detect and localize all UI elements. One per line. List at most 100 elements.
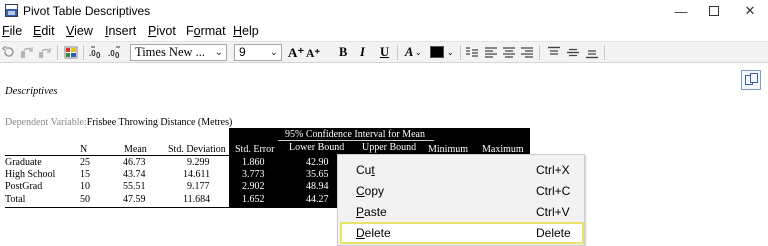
cell-mean: 47.59 [123,194,146,205]
align-right-icon[interactable] [520,46,534,59]
text-color-button[interactable]: A [405,45,413,60]
cell-lower-bound: 48.94 [306,181,329,192]
font-name-dropdown[interactable]: Times New ... ⌄ [130,44,227,61]
row-label: Graduate [5,157,42,168]
font-name-value: Times New ... [135,45,206,59]
fill-color-dropdown[interactable]: ⌄ [447,48,454,57]
cell-mean: 46.73 [123,157,146,168]
menu-view[interactable]: View [66,24,93,38]
cell-lower-bound: 44.27 [306,194,329,205]
maximize-icon [709,6,719,16]
pivot-navigator-icon-front [750,73,758,83]
close-button[interactable]: ✕ [727,0,768,22]
menu-item-shortcut: Ctrl+V [536,205,570,219]
toolbar-separator [460,45,461,60]
cell-n: 10 [80,181,90,192]
header-rule [5,155,230,156]
dependent-variable-value: Frisbee Throwing Distance (Metres) [86,117,233,128]
cell-mean: 55.51 [123,181,146,192]
align-center-icon[interactable] [502,46,516,59]
pivot-trays-icon[interactable] [64,46,78,59]
menu-item-label: Delete [356,226,391,240]
menu-pivot[interactable]: Pivot [148,24,176,38]
dependent-variable-label: Dependent Variable: [5,117,87,128]
increase-decimal-icon[interactable]: .0 0 [89,46,105,59]
cell-std-error: 1.652 [242,194,265,205]
context-menu-paste[interactable]: Paste Ctrl+V [340,201,584,223]
shrink-font-button[interactable]: A⁺ [306,46,320,60]
cell-std-dev: 9.299 [187,157,210,168]
cell-std-error: 2.902 [242,181,265,192]
menu-item-shortcut: Ctrl+X [536,163,570,177]
chevron-down-icon: ⌄ [269,47,278,58]
menu-help[interactable]: Help [233,24,259,38]
chevron-down-icon: ⌄ [214,47,223,58]
column-header-lower-bound: Lower Bound [289,142,345,153]
fill-color-swatch[interactable] [430,46,444,58]
column-header-n: N [80,144,88,155]
menu-item-label: Cut [356,163,375,177]
font-size-dropdown[interactable]: 9 ⌄ [234,44,282,61]
context-menu-delete[interactable]: Delete Delete [340,222,584,244]
minimize-icon: — [674,3,688,19]
row-label: Total [5,194,26,205]
dependent-variable-line: Dependent Variable:Frisbee Throwing Dist… [5,117,232,128]
cell-mean: 43.74 [123,169,146,180]
menu-edit[interactable]: Edit [33,24,55,38]
pivot-up-icon[interactable] [20,46,34,59]
row-label: PostGrad [5,181,43,192]
menu-item-label: Copy [356,184,385,198]
pivot-right-icon[interactable] [38,46,52,59]
cell-n: 15 [80,169,90,180]
menu-insert[interactable]: Insert [105,24,136,38]
undo-icon[interactable] [2,46,16,59]
cell-std-dev: 11.684 [183,194,211,205]
column-header-upper-bound: Upper Bound [362,142,417,153]
toolbar-separator [539,45,540,60]
cell-std-error: 1.860 [242,157,265,168]
grow-font-button[interactable]: A⁺ [288,45,304,61]
underline-button[interactable]: U [380,45,389,60]
italic-button[interactable]: I [360,45,365,60]
column-header-mean: Mean [124,144,147,155]
cell-std-dev: 9.177 [187,181,210,192]
window-title: Pivot Table Descriptives [23,4,151,18]
row-label: High School [5,169,56,180]
svg-text:0: 0 [96,51,101,59]
context-menu-copy[interactable]: Copy Ctrl+C [340,180,584,202]
bold-button[interactable]: B [339,45,347,60]
context-menu-cut[interactable]: Cut Ctrl+X [340,159,584,181]
table-bottom-rule [5,207,230,208]
column-header-std-dev: Std. Deviation [168,144,226,155]
align-middle-icon[interactable] [566,46,580,59]
menu-item-shortcut: Delete [536,226,571,240]
text-color-dropdown[interactable]: ⌄ [415,48,422,57]
cell-lower-bound: 42.90 [306,157,329,168]
menu-file[interactable]: File [2,24,22,38]
align-decimal-icon[interactable] [465,46,479,59]
align-bottom-icon[interactable] [585,46,599,59]
toolbar-separator [57,45,58,60]
formatting-toolbar: .0 0 .0 0 Times New ... ⌄ 9 ⌄ A⁺ A⁺ B I U … [0,41,768,63]
align-top-icon[interactable] [547,46,561,59]
cell-std-dev: 14.611 [183,169,211,180]
align-left-icon[interactable] [484,46,498,59]
font-size-value: 9 [239,45,246,59]
menu-format[interactable]: Format [186,24,226,38]
menu-item-label: Paste [356,205,387,219]
toolbar-separator [83,45,84,60]
decrease-decimal-icon[interactable]: .0 0 [108,46,124,59]
cell-lower-bound: 35.65 [306,169,329,180]
cell-std-error: 3.773 [242,169,265,180]
ci-header: 95% Confidence Interval for Mean [285,129,425,140]
cell-n: 25 [80,157,90,168]
menu-bar: File Edit View Insert Pivot Format Help [0,22,768,41]
pivot-navigator-button[interactable] [741,70,761,90]
output-title: Descriptives [5,86,58,97]
column-header-std-error: Std. Error [235,144,275,155]
close-icon: ✕ [744,3,756,18]
toolbar-separator [604,45,605,60]
cell-n: 50 [80,194,90,205]
title-bar: Pivot Table Descriptives — ✕ [0,0,768,22]
toolbar-separator [397,45,398,60]
